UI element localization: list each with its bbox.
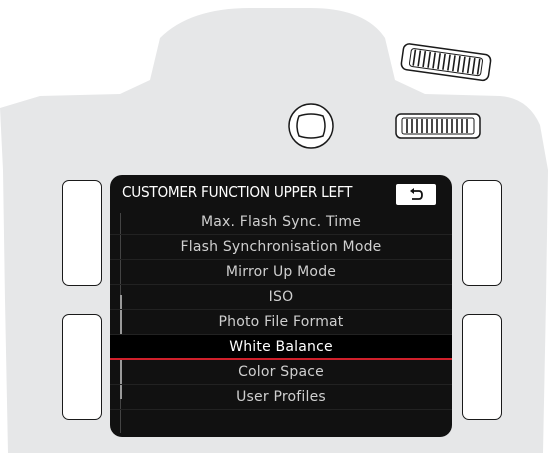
menu-item-white-balance[interactable]: White Balance <box>110 335 452 360</box>
button-lower-right[interactable] <box>462 314 502 420</box>
page-title: CUSTOMER FUNCTION UPPER LEFT <box>122 183 353 201</box>
menu-item-color-space[interactable]: Color Space <box>110 360 452 385</box>
back-button[interactable] <box>396 184 436 205</box>
menu-item-max-flash-sync-time[interactable]: Max. Flash Sync. Time <box>110 210 452 235</box>
menu-item-mirror-up-mode[interactable]: Mirror Up Mode <box>110 260 452 285</box>
button-lower-left[interactable] <box>62 314 102 420</box>
joystick-button[interactable] <box>288 103 334 149</box>
menu-item-flash-synchronisation-mode[interactable]: Flash Synchronisation Mode <box>110 235 452 260</box>
menu-item-user-profiles[interactable]: User Profiles <box>110 385 452 410</box>
back-arrow-icon <box>408 187 424 202</box>
button-upper-right[interactable] <box>462 180 502 286</box>
menu-item-photo-file-format[interactable]: Photo File Format <box>110 310 452 335</box>
button-upper-left[interactable] <box>62 180 102 286</box>
menu-list: Max. Flash Sync. Time Flash Synchronisat… <box>110 210 452 410</box>
camera-display: CUSTOMER FUNCTION UPPER LEFT Max. Flash … <box>110 175 452 437</box>
rear-thumbwheel[interactable] <box>395 113 481 139</box>
menu-item-iso[interactable]: ISO <box>110 285 452 310</box>
menu-header: CUSTOMER FUNCTION UPPER LEFT <box>110 175 452 209</box>
top-control-dial[interactable] <box>400 43 492 82</box>
